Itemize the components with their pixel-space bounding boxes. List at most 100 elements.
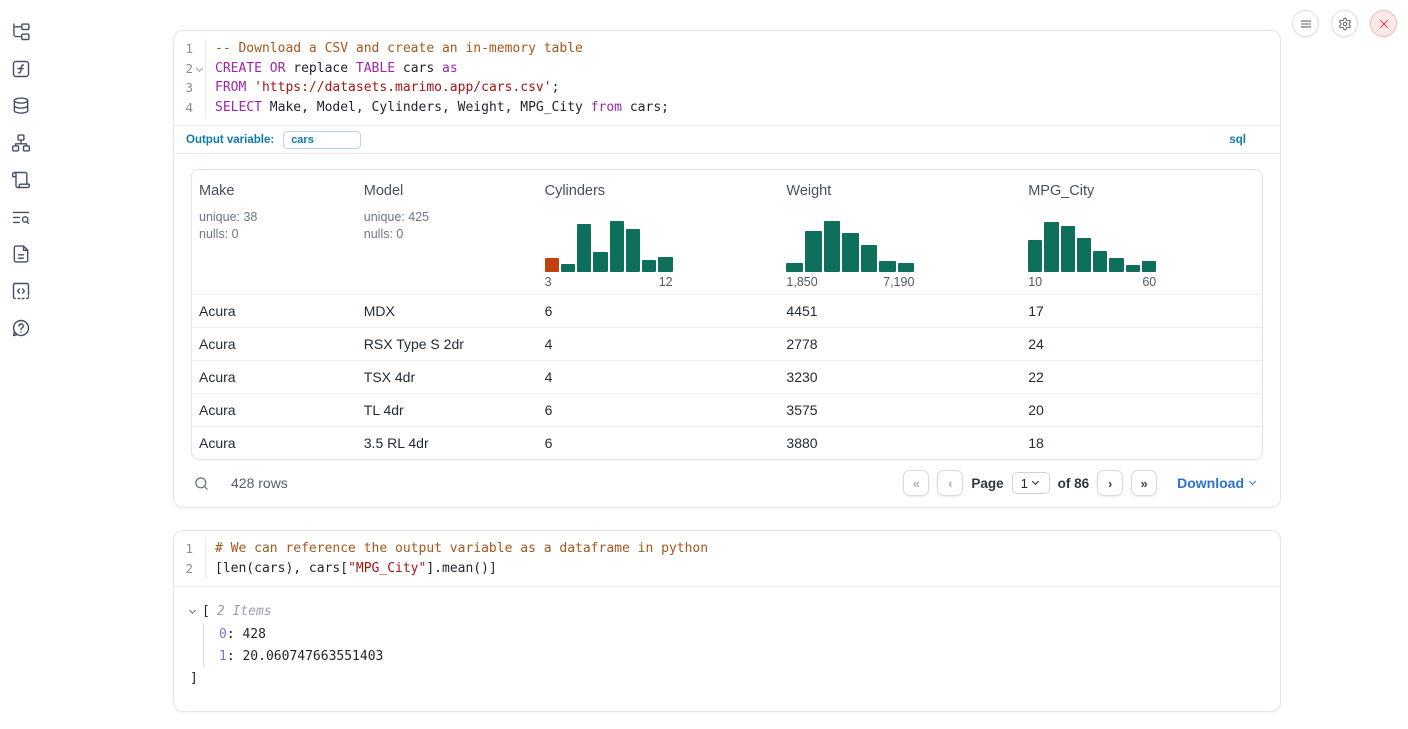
- table-body: AcuraMDX6445117AcuraRSX Type S 2dr427782…: [192, 294, 1262, 459]
- code-line[interactable]: 1-- Download a CSV and create an in-memo…: [174, 39, 1280, 59]
- table-cell: 3575: [779, 402, 1021, 418]
- table-cell: TL 4dr: [357, 402, 538, 418]
- column-label: Model: [364, 183, 530, 199]
- line-number: 2: [174, 559, 206, 579]
- file-tree-icon[interactable]: [10, 21, 32, 42]
- function-square-icon[interactable]: [10, 58, 32, 79]
- table-row[interactable]: AcuraRSX Type S 2dr4277824: [192, 327, 1262, 360]
- database-icon[interactable]: [10, 95, 32, 116]
- hist-max: 60: [1142, 275, 1156, 289]
- line-number: 1: [174, 539, 206, 559]
- helper-sidebar: [10, 21, 32, 338]
- shutdown-close-icon[interactable]: [1370, 10, 1397, 37]
- column-histogram: 1,8507,190: [786, 219, 914, 294]
- hist-bar: [1142, 261, 1156, 272]
- hist-max: 12: [659, 275, 673, 289]
- table-cell: 6: [538, 402, 780, 418]
- column-stat: nulls: 0: [364, 226, 530, 243]
- table-cell: 17: [1021, 303, 1262, 319]
- hist-bar: [1061, 226, 1075, 272]
- column-stat: nulls: 0: [199, 226, 349, 243]
- search-icon[interactable]: [193, 475, 210, 492]
- entry-index: 0: [219, 627, 227, 642]
- entry-index: 1: [219, 649, 227, 664]
- code-line[interactable]: 2CREATE OR replace TABLE cars as: [174, 59, 1280, 79]
- hist-bar: [1044, 222, 1058, 272]
- menu-icon[interactable]: [1292, 10, 1319, 37]
- hist-bar: [561, 264, 575, 272]
- table-cell: RSX Type S 2dr: [357, 336, 538, 352]
- code-line[interactable]: 2[len(cars), cars["MPG_City"].mean()]: [174, 559, 1280, 579]
- line-number: 2: [174, 59, 206, 79]
- table-cell: 6: [538, 435, 780, 451]
- code-line[interactable]: 3FROM 'https://datasets.marimo.app/cars.…: [174, 78, 1280, 98]
- code-line[interactable]: 4SELECT Make, Model, Cylinders, Weight, …: [174, 98, 1280, 118]
- hist-bar: [805, 231, 822, 272]
- page-select-value: 1: [1021, 476, 1028, 491]
- collapse-caret-icon[interactable]: [190, 611, 202, 613]
- hist-bar: [642, 260, 656, 272]
- documentation-icon[interactable]: [10, 243, 32, 264]
- scratchpad-scroll-icon[interactable]: [10, 169, 32, 190]
- fold-caret-icon[interactable]: [196, 65, 203, 72]
- sql-code-editor[interactable]: 1-- Download a CSV and create an in-memo…: [174, 31, 1280, 125]
- column-histogram: 10 60: [1028, 219, 1156, 294]
- table-cell: 4451: [779, 303, 1021, 319]
- table-cell: 2778: [779, 336, 1021, 352]
- bracket-open: [: [202, 601, 210, 623]
- help-bubble-icon[interactable]: [10, 317, 32, 338]
- column-header[interactable]: Cylinders312: [538, 170, 780, 294]
- table-cell: 24: [1021, 336, 1262, 352]
- download-button[interactable]: Download: [1177, 475, 1255, 491]
- column-label: MPG_City: [1028, 183, 1254, 199]
- hist-bar: [879, 261, 896, 272]
- hist-min: 1,850: [786, 275, 817, 289]
- table-cell: 3230: [779, 369, 1021, 385]
- output-variable-row: Output variable: cars sql: [174, 125, 1280, 154]
- list-entry: 0: 428: [219, 624, 1264, 646]
- logs-search-icon[interactable]: [10, 206, 32, 227]
- topbar-actions: [1292, 10, 1397, 37]
- row-count: 428 rows: [231, 475, 288, 491]
- table-row[interactable]: Acura3.5 RL 4dr6388018: [192, 426, 1262, 459]
- page-select[interactable]: 1: [1012, 472, 1050, 494]
- column-header[interactable]: MPG_City 10 60: [1021, 170, 1262, 294]
- hist-min: 10: [1028, 275, 1042, 289]
- table-cell: 22: [1021, 369, 1262, 385]
- bracket-close: ]: [190, 668, 1264, 690]
- chevron-down-icon: [1032, 478, 1039, 485]
- previous-page-button[interactable]: ‹: [937, 470, 963, 496]
- line-number: 4: [174, 98, 206, 118]
- table-row[interactable]: AcuraMDX6445117: [192, 294, 1262, 327]
- table-row[interactable]: AcuraTSX 4dr4323022: [192, 360, 1262, 393]
- next-page-button[interactable]: ›: [1097, 470, 1123, 496]
- table-row[interactable]: AcuraTL 4dr6357520: [192, 393, 1262, 426]
- first-page-button[interactable]: «: [903, 470, 929, 496]
- hist-bar: [1028, 240, 1042, 272]
- chevron-down-icon: [1249, 478, 1256, 485]
- table-cell: 3880: [779, 435, 1021, 451]
- settings-gear-icon[interactable]: [1331, 10, 1358, 37]
- table-cell: 20: [1021, 402, 1262, 418]
- hist-bar: [593, 252, 607, 272]
- snippets-code-icon[interactable]: [10, 280, 32, 301]
- column-header[interactable]: Modelunique: 425nulls: 0: [357, 170, 538, 294]
- column-stat: unique: 38: [199, 209, 349, 226]
- python-code-editor[interactable]: 1# We can reference the output variable …: [174, 531, 1280, 587]
- column-header[interactable]: Makeunique: 38nulls: 0: [192, 170, 357, 294]
- column-header[interactable]: Weight 1,8507,190: [779, 170, 1021, 294]
- table-footer: 428 rows « ‹ Page 1 of 86 › » Download: [191, 460, 1263, 506]
- hist-bar: [1077, 238, 1091, 272]
- hist-bar: [577, 224, 591, 272]
- output-variable-input[interactable]: cars: [283, 131, 361, 149]
- column-label: Weight: [786, 183, 1013, 199]
- table-cell: Acura: [192, 303, 357, 319]
- hist-min: 3: [545, 275, 552, 289]
- output-variable-label: Output variable:: [186, 134, 274, 146]
- dependency-graph-icon[interactable]: [10, 132, 32, 153]
- language-badge: sql: [1229, 134, 1246, 146]
- hist-bar: [824, 221, 841, 272]
- code-line[interactable]: 1# We can reference the output variable …: [174, 539, 1280, 559]
- last-page-button[interactable]: »: [1131, 470, 1157, 496]
- list-entries: 0: 4281: 20.060747663551403: [203, 624, 1264, 669]
